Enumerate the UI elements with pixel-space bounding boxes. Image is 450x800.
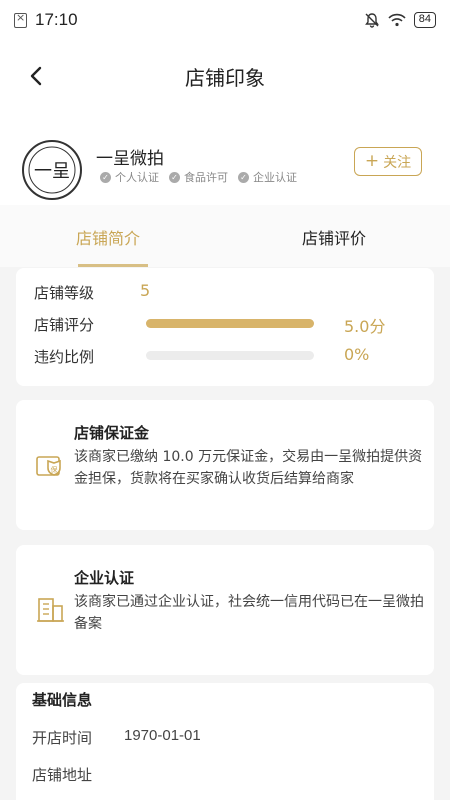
check-icon: ✓ bbox=[238, 171, 249, 183]
status-time: 17:10 bbox=[35, 10, 78, 29]
shop-stats-card: 店铺等级 5 店铺评分 5.0分 违约比例 0% bbox=[16, 268, 434, 386]
tab-bar: 店铺简介 店铺评价 bbox=[0, 205, 450, 267]
level-label: 店铺等级 bbox=[34, 284, 95, 302]
deposit-icon-text: 保 bbox=[51, 465, 58, 474]
status-icons: 84 bbox=[364, 12, 436, 28]
wifi-icon bbox=[388, 13, 406, 27]
basic-info-card: 基础信息 开店时间 1970-01-01 店铺地址 bbox=[16, 683, 434, 800]
address-label: 店铺地址 bbox=[32, 766, 93, 784]
violation-label: 违约比例 bbox=[34, 348, 95, 366]
follow-button[interactable]: + 关注 bbox=[354, 147, 422, 176]
page-title: 店铺印象 bbox=[185, 66, 265, 90]
open-time-label: 开店时间 bbox=[32, 729, 93, 747]
shop-logo: 一呈 bbox=[22, 140, 82, 200]
check-icon: ✓ bbox=[100, 171, 111, 183]
mute-bell-icon bbox=[364, 13, 379, 28]
cert-enterprise: ✓ 企业认证 bbox=[238, 169, 297, 185]
violation-bar bbox=[146, 351, 314, 360]
enterprise-cert-description: 该商家已通过企业认证，社会统一信用代码已在一呈微拍备案 bbox=[74, 594, 424, 632]
shop-header: 一呈 一呈微拍 ✓ 个人认证 ✓ 食品许可 ✓ 企业认证 + 关注 bbox=[0, 110, 450, 205]
cert-list: ✓ 个人认证 ✓ 食品许可 ✓ 企业认证 bbox=[100, 169, 307, 185]
status-bar: 17:10 84 bbox=[0, 0, 450, 40]
tab-shop-intro[interactable]: 店铺简介 bbox=[76, 225, 140, 249]
open-time-value: 1970-01-01 bbox=[124, 727, 201, 744]
deposit-shield-icon: 保 bbox=[36, 456, 61, 476]
score-bar-fill bbox=[146, 319, 314, 328]
basic-info-title: 基础信息 bbox=[32, 691, 93, 709]
building-icon bbox=[37, 598, 64, 622]
nav-bar: 店铺印象 bbox=[0, 40, 450, 110]
shop-logo-mark: 一呈 bbox=[28, 146, 76, 194]
score-value: 5.0分 bbox=[344, 317, 386, 336]
cert-food: ✓ 食品许可 bbox=[169, 169, 228, 185]
score-bar bbox=[146, 319, 314, 328]
tab-shop-reviews[interactable]: 店铺评价 bbox=[302, 225, 366, 249]
score-label: 店铺评分 bbox=[34, 316, 95, 334]
level-value: 5 bbox=[140, 281, 151, 300]
deposit-description: 该商家已缴纳 10.0 万元保证金，交易由一呈微拍提供资金担保，货款将在买家确认… bbox=[74, 449, 423, 487]
plus-icon: + bbox=[364, 151, 380, 171]
violation-value: 0% bbox=[344, 345, 370, 364]
cert-personal: ✓ 个人认证 bbox=[100, 169, 159, 185]
enterprise-cert-title: 企业认证 bbox=[74, 569, 135, 587]
no-sim-icon bbox=[14, 11, 27, 28]
follow-label: 关注 bbox=[383, 154, 412, 171]
battery-indicator: 84 bbox=[413, 12, 436, 28]
active-tab-indicator bbox=[78, 264, 148, 267]
shop-logo-text: 一呈 bbox=[34, 161, 70, 182]
deposit-card: 保 店铺保证金 该商家已缴纳 10.0 万元保证金，交易由一呈微拍提供资金担保，… bbox=[16, 400, 434, 530]
shop-name: 一呈微拍 bbox=[96, 149, 164, 169]
deposit-title: 店铺保证金 bbox=[74, 424, 150, 442]
check-icon: ✓ bbox=[169, 171, 180, 183]
enterprise-cert-card: 企业认证 该商家已通过企业认证，社会统一信用代码已在一呈微拍备案 bbox=[16, 545, 434, 675]
